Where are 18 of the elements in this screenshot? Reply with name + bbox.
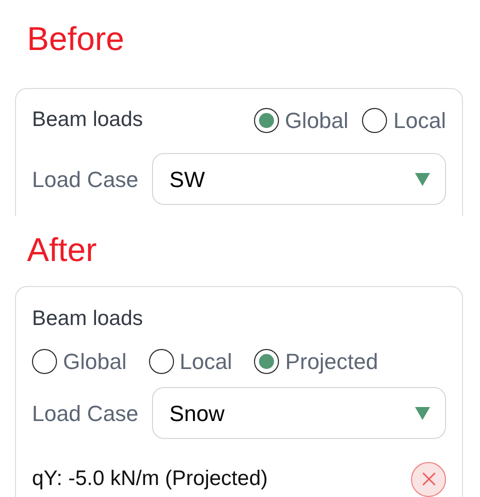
- caret-icon: [415, 172, 430, 186]
- radio-button[interactable]: Local: [362, 105, 446, 135]
- close-icon: [422, 472, 436, 486]
- close-button[interactable]: [411, 462, 446, 496]
- load-case-select[interactable]: SW: [152, 153, 446, 205]
- radio-button[interactable]: Global: [254, 105, 348, 135]
- radio-button[interactable]: Projected: [254, 346, 378, 376]
- card-title: Beam loads: [32, 306, 143, 332]
- radio-button[interactable]: Local: [148, 346, 232, 376]
- load-case-select[interactable]: Snow: [152, 387, 446, 439]
- radio-button[interactable]: Global: [32, 346, 127, 376]
- card-title: Beam loads: [32, 107, 143, 134]
- field-label: Load Case: [32, 400, 138, 428]
- heading: After: [26, 233, 97, 266]
- heading: Before: [26, 22, 124, 55]
- field-label: Load Case: [32, 166, 138, 194]
- load-text: qY: -5.0 kN/m (Projected): [32, 466, 268, 492]
- caret-icon: [415, 406, 430, 420]
